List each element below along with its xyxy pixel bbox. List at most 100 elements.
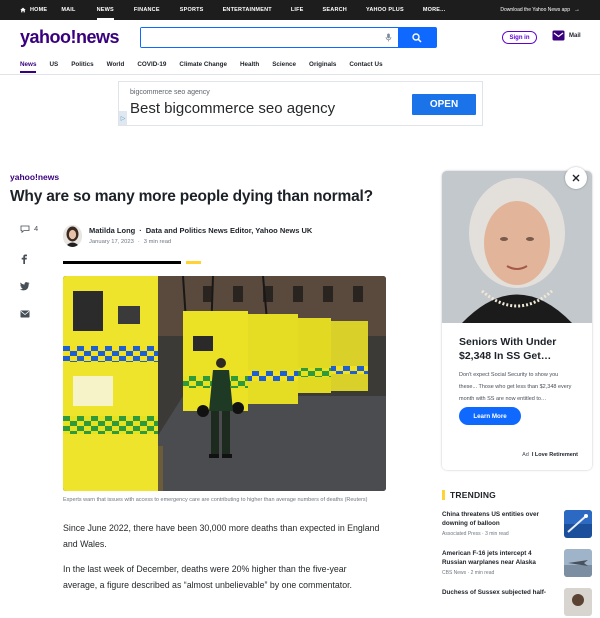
sidebar-ad-image[interactable] — [442, 171, 592, 323]
trending-item-title: Duchess of Sussex subjected half- — [442, 589, 546, 596]
topnav-life[interactable]: LIFE — [291, 0, 304, 20]
adchoices-icon[interactable]: ▷ — [119, 111, 127, 125]
topnav-sports[interactable]: SPORTS — [180, 0, 204, 20]
topnav-home-label: HOME — [30, 7, 48, 13]
banner-ad-open-button[interactable]: OPEN — [412, 94, 476, 115]
trending-item-title: China threatens US entities over downing… — [442, 511, 539, 527]
byline-separator: · — [139, 226, 142, 235]
twitter-icon — [19, 282, 30, 291]
topnav-entertainment[interactable]: ENTERTAINMENT — [223, 0, 272, 20]
article-paragraph: Since June 2022, there have been 30,000 … — [63, 523, 380, 549]
top-navigation-bar: HOME MAIL NEWS FINANCE SPORTS ENTERTAINM… — [0, 0, 600, 20]
topnav-more[interactable]: MORE... — [423, 0, 445, 20]
comment-bubble-icon — [20, 225, 30, 233]
banner-ad-headline[interactable]: Best bigcommerce seo agency — [130, 100, 335, 117]
article-headline: Why are so many more people dying than n… — [10, 188, 373, 205]
comments-button[interactable]: 4 — [20, 224, 38, 233]
article-brand-logo: yahoo!news — [10, 172, 60, 182]
section-politics[interactable]: Politics — [71, 57, 93, 71]
sign-in-button[interactable]: Sign in — [502, 31, 537, 44]
download-app-label: Download the Yahoo News app — [500, 7, 570, 13]
byline-rule-accent — [186, 261, 201, 264]
section-climate-change[interactable]: Climate Change — [179, 57, 227, 71]
envelope-icon — [20, 310, 30, 318]
close-icon — [572, 174, 580, 182]
article-hero-image[interactable] — [63, 276, 386, 491]
sidebar-ad-title[interactable]: Seniors With Under $2,348 In SS Get… — [459, 335, 579, 363]
topnav-mail[interactable]: MAIL — [61, 0, 75, 20]
trending-heading: TRENDING — [442, 490, 496, 500]
yahoo-news-logo[interactable]: yahoo!news — [20, 27, 120, 48]
email-share-button[interactable] — [20, 305, 30, 323]
microphone-icon[interactable] — [378, 28, 398, 47]
sidebar-ad[interactable]: Seniors With Under $2,348 In SS Get… Don… — [442, 171, 592, 470]
section-science[interactable]: Science — [272, 57, 296, 71]
trending-title: TRENDING — [450, 490, 496, 500]
trending-item[interactable]: Duchess of Sussex subjected half- — [442, 588, 592, 618]
learn-more-button[interactable]: Learn More — [459, 407, 521, 425]
trending-item-title: American F-16 jets intercept 4 Russian w… — [442, 550, 536, 566]
trending-item-read-time: 3 min read — [485, 531, 509, 537]
article-meta: January 17, 2023 · 3 min read — [89, 239, 171, 245]
section-health[interactable]: Health — [240, 57, 259, 71]
trending-item-thumbnail — [564, 549, 592, 577]
author-byline: Matilda Long · Data and Politics News Edit… — [89, 226, 312, 235]
read-time: 3 min read — [143, 239, 172, 245]
trending-item[interactable]: China threatens US entities over downing… — [442, 510, 592, 540]
search-icon — [412, 32, 422, 43]
trending-item-meta: Associated Press · 3 min read — [442, 531, 509, 537]
banner-ad[interactable]: bigcommerce seo agency Best bigcommerce … — [118, 81, 483, 126]
trending-item-thumbnail — [564, 588, 592, 616]
sidebar-ad-sponsor: Ad I Love Retirement — [522, 452, 578, 458]
author-avatar[interactable] — [63, 225, 82, 247]
trending-item-thumbnail — [564, 510, 592, 538]
trending-item-read-time: 2 min read — [470, 570, 495, 576]
sidebar-ad-content: Seniors With Under $2,348 In SS Get… Don… — [442, 323, 592, 470]
image-caption: Experts warn that issues with access to … — [63, 497, 368, 503]
mail-icon — [552, 30, 565, 41]
topnav-home[interactable]: HOME — [20, 0, 47, 20]
banner-ad-sponsor: bigcommerce seo agency — [130, 89, 210, 96]
home-icon — [20, 7, 26, 13]
article-paragraph: In the last week of December, deaths wer… — [63, 564, 352, 590]
sidebar-ad-body: Don't expect Social Security to show you… — [459, 372, 572, 402]
section-covid-19[interactable]: COVID-19 — [137, 57, 166, 71]
sponsor-name[interactable]: I Love Retirement — [532, 452, 578, 458]
author-name-link[interactable]: Matilda Long — [89, 226, 135, 235]
topnav-finance[interactable]: FINANCE — [134, 0, 160, 20]
trending-item-meta: CBS News · 2 min read — [442, 570, 495, 576]
facebook-icon — [21, 254, 27, 264]
top-nav-list: HOME MAIL NEWS FINANCE SPORTS ENTERTAINM… — [0, 0, 445, 20]
publish-date: January 17, 2023 — [89, 239, 134, 245]
topnav-yahoo-plus[interactable]: YAHOO PLUS — [366, 0, 404, 20]
topnav-news[interactable]: NEWS — [96, 0, 115, 20]
author-role: Data and Politics News Editor, Yahoo New… — [145, 226, 313, 235]
ad-label: Ad — [522, 452, 529, 458]
facebook-share-button[interactable] — [20, 251, 28, 269]
section-us[interactable]: US — [49, 57, 58, 71]
section-originals[interactable]: Originals — [309, 57, 336, 71]
section-news[interactable]: News — [20, 57, 37, 73]
section-world[interactable]: World — [107, 57, 125, 71]
download-app-link[interactable]: Download the Yahoo News app → — [500, 0, 580, 20]
close-ad-button[interactable] — [565, 167, 587, 189]
site-header: yahoo!news Sign in Mail — [0, 20, 600, 56]
search-input[interactable] — [141, 28, 378, 47]
search-bar — [140, 27, 437, 48]
meta-separator: · — [137, 239, 140, 245]
topnav-search[interactable]: SEARCH — [323, 0, 347, 20]
comment-count: 4 — [34, 224, 39, 233]
arrow-right-icon: → — [574, 7, 580, 13]
section-contact-us[interactable]: Contact Us — [349, 57, 382, 71]
mail-label: Mail — [569, 32, 581, 39]
mail-link[interactable]: Mail — [552, 30, 581, 41]
trending-item-source: CBS News — [442, 570, 467, 576]
section-nav: News US Politics World COVID-19 Climate … — [20, 57, 396, 73]
search-button[interactable] — [398, 28, 436, 47]
trending-item[interactable]: American F-16 jets intercept 4 Russian w… — [442, 549, 592, 579]
trending-accent-bar — [442, 490, 445, 500]
trending-item-source: Associated Press — [442, 531, 481, 537]
byline-rule — [63, 261, 181, 264]
nav-divider — [0, 74, 600, 75]
twitter-share-button[interactable] — [19, 278, 30, 296]
